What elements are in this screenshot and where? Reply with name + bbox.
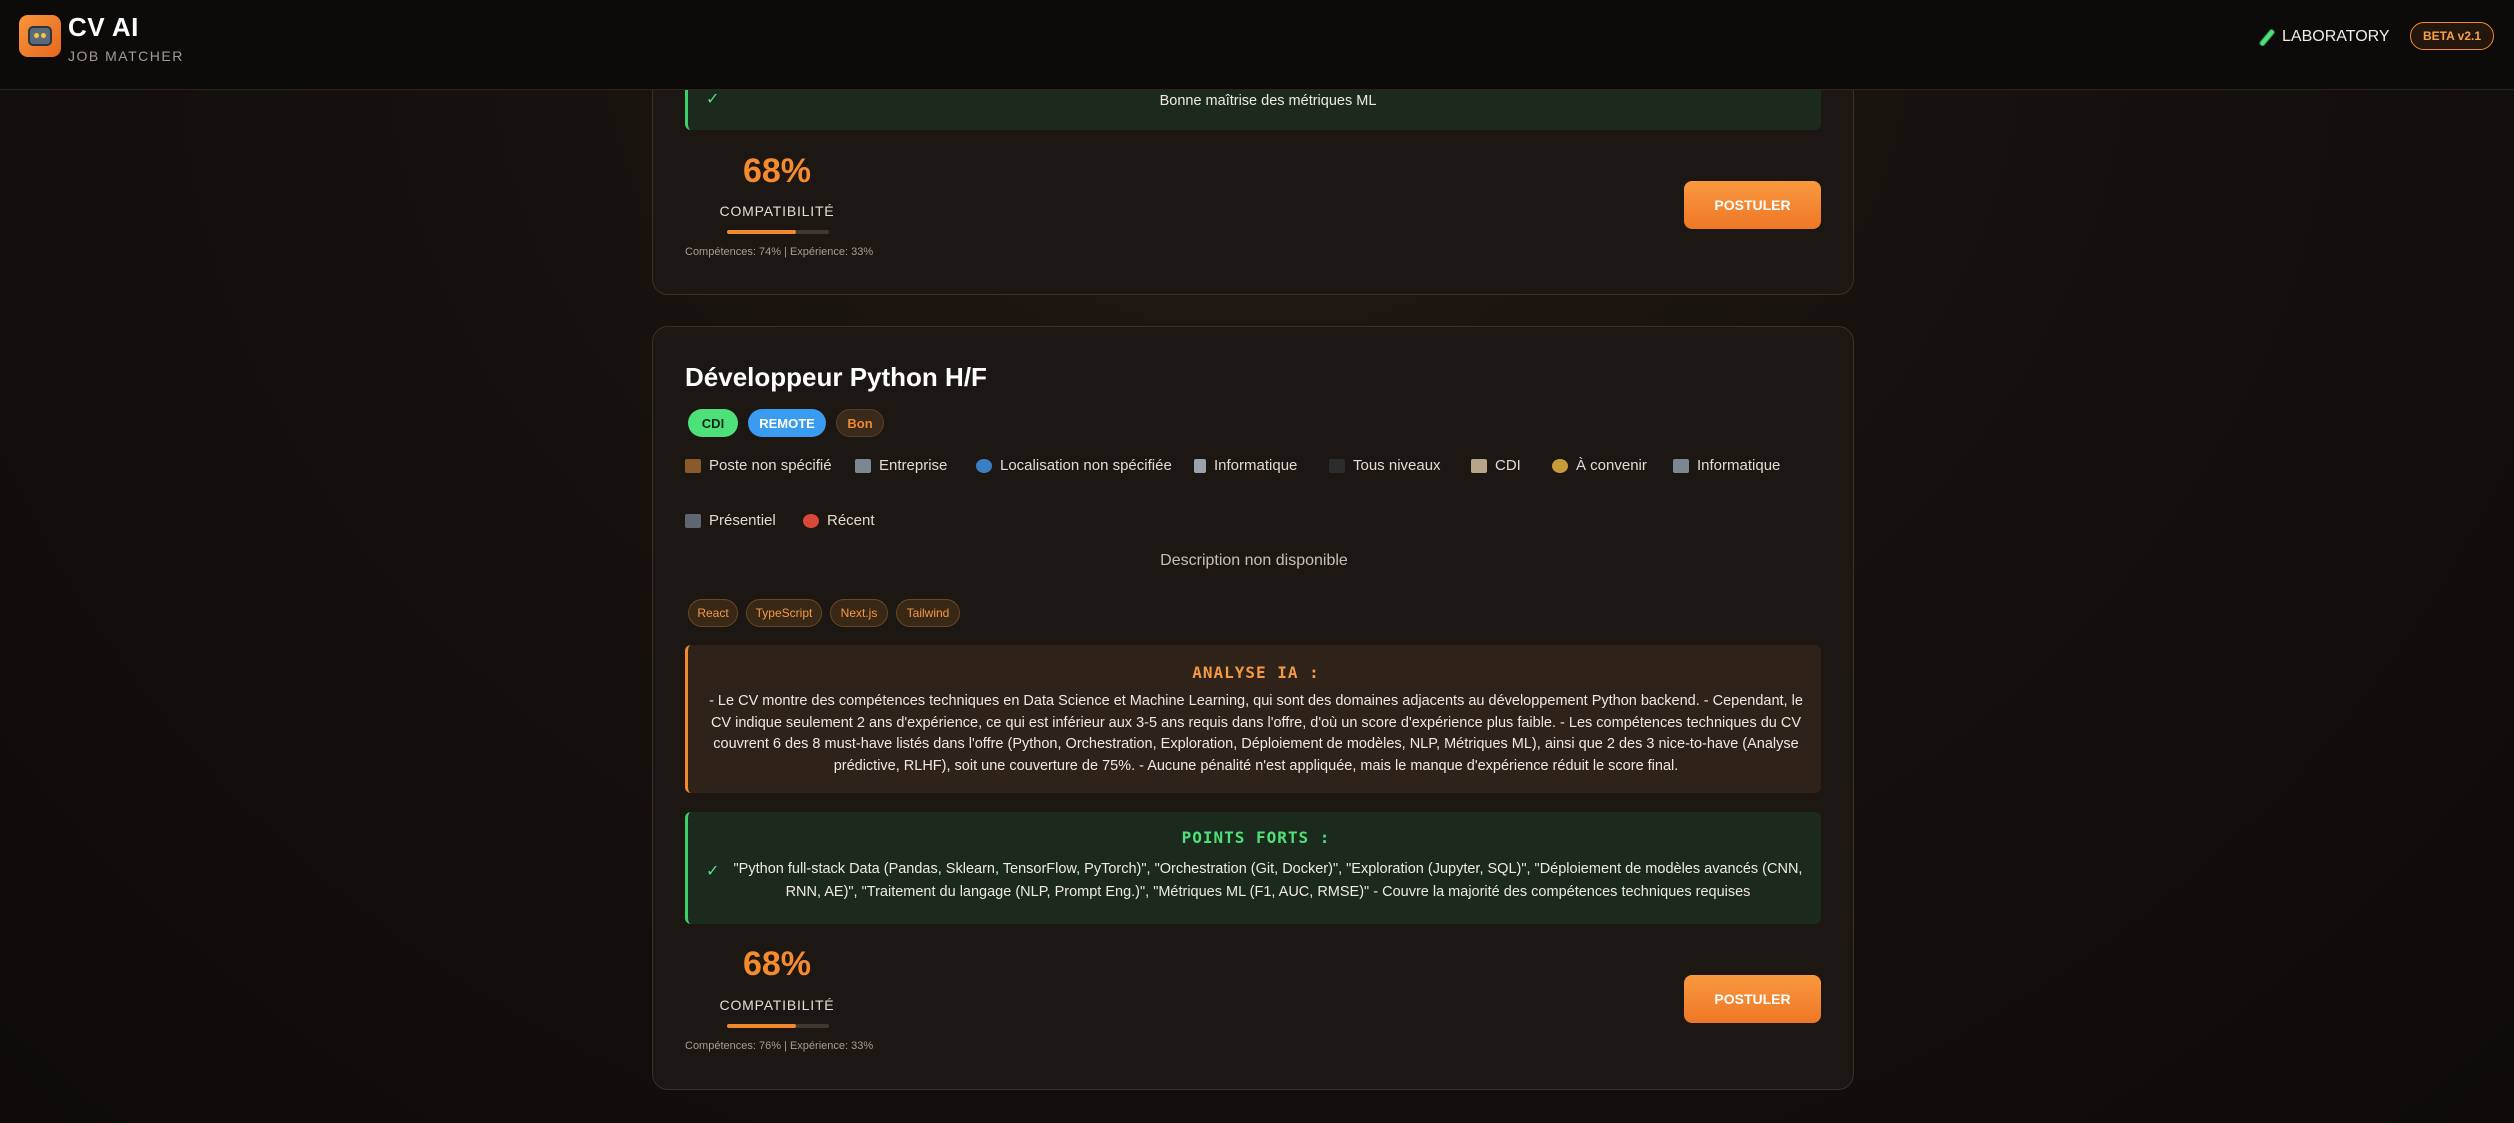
ai-analysis-title: ANALYSE IA : [1192, 663, 1320, 682]
compatibility-bar [727, 1024, 829, 1028]
meta-date: Récent [803, 512, 875, 529]
job-description: Description non disponible [1160, 552, 1348, 569]
laboratory-label: LABORATORY [2282, 28, 2390, 45]
briefcase-icon [685, 458, 701, 473]
meta-salary: À convenir [1552, 457, 1647, 474]
strengths-title: POINTS FORTS : [1181, 828, 1331, 847]
apply-button[interactable]: POSTULER [1684, 975, 1821, 1023]
remote-badge: REMOTE [748, 409, 826, 437]
meta-field: Informatique [1194, 457, 1297, 474]
strength-text: Bonne maîtrise des métriques ML [1159, 93, 1377, 109]
compatibility-bar-fill [727, 230, 797, 234]
job-title: Développeur Python H/F [685, 362, 987, 392]
meta-company: Entreprise [855, 457, 947, 474]
strengths-box: POINTS FORTS : ✓ "Python full-stack Data… [685, 812, 1821, 924]
clipboard-icon [1471, 458, 1487, 473]
laboratory-link[interactable]: LABORATORY [2258, 24, 2390, 50]
building-icon [855, 458, 871, 473]
laptop-icon [685, 513, 701, 528]
ai-analysis-box: ANALYSE IA : - Le CV montre des compéten… [685, 645, 1821, 793]
meta-location: Localisation non spécifiée [976, 457, 1172, 474]
job-card: Développeur Python H/F CDI REMOTE Bon Po… [652, 326, 1854, 1090]
wrench-icon [1194, 458, 1206, 473]
score-detail: Compétences: 74% | Expérience: 33% [685, 246, 874, 258]
meta-sector: Informatique [1673, 457, 1780, 474]
skill-tag: Next.js [830, 599, 888, 627]
compatibility-bar-fill [727, 1024, 797, 1028]
app-subtitle: JOB MATCHER [68, 48, 184, 64]
compatibility-label: COMPATIBILITÉ [719, 997, 835, 1013]
contract-badge: CDI [688, 409, 738, 437]
globe-icon [976, 458, 992, 473]
checkmark-icon: ✓ [706, 863, 720, 880]
money-bag-icon [1552, 458, 1568, 473]
checkmark-icon: ✓ [706, 91, 720, 108]
match-level-badge: Bon [836, 409, 884, 437]
compatibility-bar [727, 230, 829, 234]
compatibility-label: COMPATIBILITÉ [719, 203, 835, 219]
score-detail: Compétences: 76% | Expérience: 33% [685, 1040, 874, 1052]
compatibility-score: 68% [742, 152, 812, 190]
app-header: CV AI JOB MATCHER LABORATORY BETA v2.1 [0, 0, 2514, 90]
meta-work-mode: Présentiel [685, 512, 776, 529]
ai-analysis-text: - Le CV montre des compétences technique… [709, 693, 1803, 774]
skill-tag: Tailwind [896, 599, 960, 627]
strength-text: "Python full-stack Data (Pandas, Sklearn… [733, 861, 1803, 900]
meta-level: Tous niveaux [1329, 457, 1441, 474]
skill-tag: TypeScript [746, 599, 822, 627]
test-tube-icon [2259, 29, 2275, 46]
meta-contract: CDI [1471, 457, 1521, 474]
robot-logo-icon [19, 15, 61, 57]
compatibility-score: 68% [742, 945, 812, 983]
skill-tag: React [688, 599, 738, 627]
beta-badge: BETA v2.1 [2410, 22, 2494, 50]
office-icon [1673, 458, 1689, 473]
alarm-clock-icon [803, 513, 819, 528]
graduation-cap-icon [1329, 458, 1345, 473]
apply-button[interactable]: POSTULER [1684, 181, 1821, 229]
meta-position: Poste non spécifié [685, 457, 832, 474]
app-title: CV AI [68, 12, 139, 42]
